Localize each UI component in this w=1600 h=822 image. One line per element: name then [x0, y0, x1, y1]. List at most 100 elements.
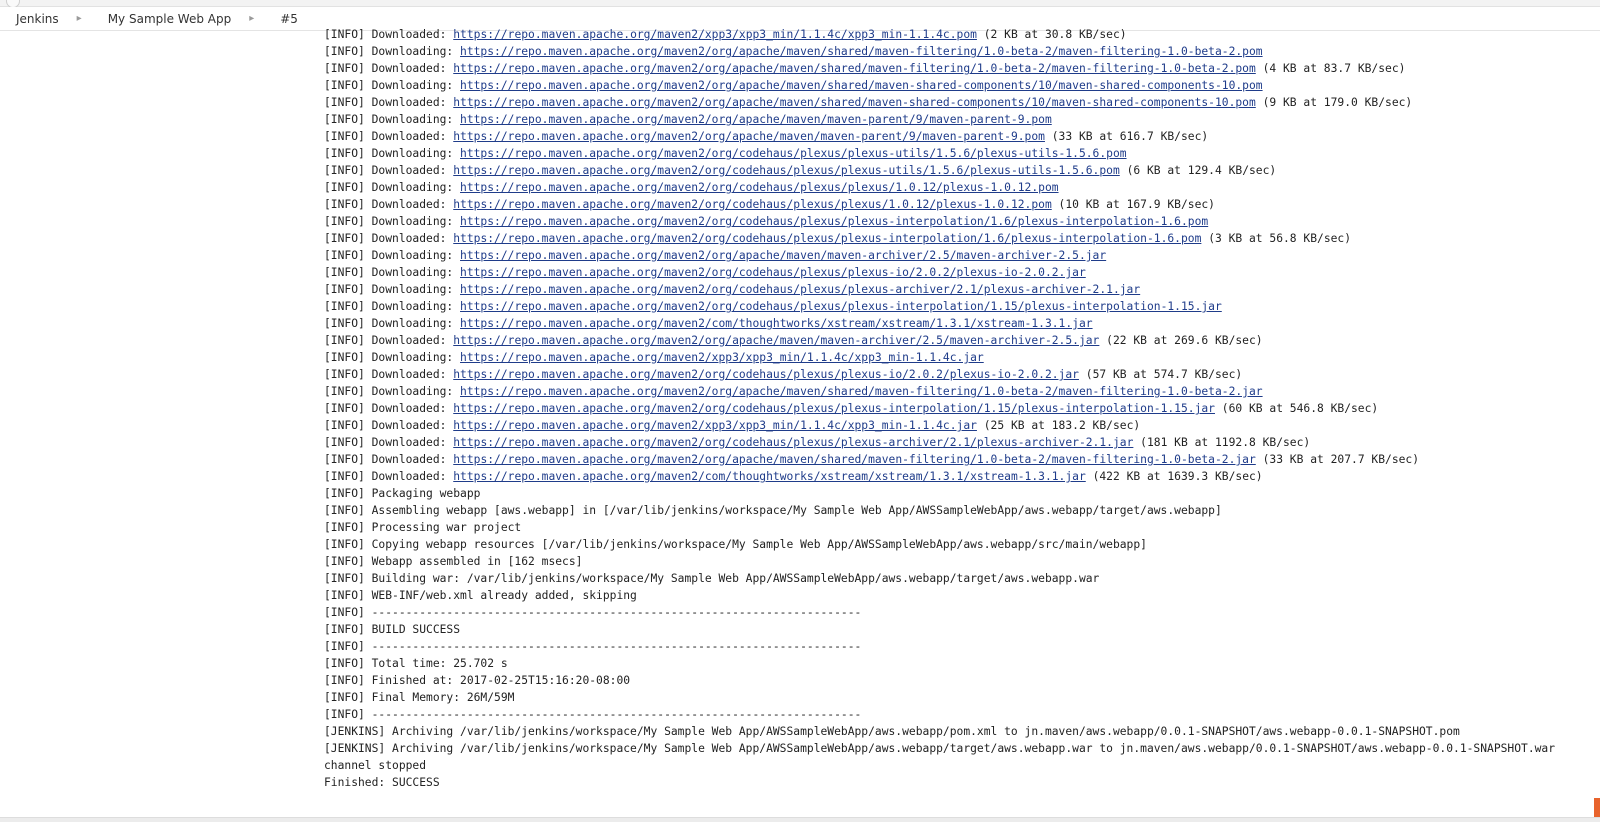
console-line-text: [INFO] Copying webapp resources [/var/li…	[324, 538, 1147, 551]
artifact-link[interactable]: https://repo.maven.apache.org/maven2/org…	[460, 147, 1127, 160]
console-line-text: [INFO] Finished at: 2017-02-25T15:16:20-…	[324, 674, 631, 687]
console-line-text: [INFO] Downloaded:	[324, 198, 454, 211]
console-line: [INFO] Downloaded: https://repo.maven.ap…	[324, 196, 1592, 213]
console-line-text: [INFO] Downloading:	[324, 351, 461, 364]
console-line: [INFO] Downloading: https://repo.maven.a…	[324, 383, 1592, 400]
console-line-text: [INFO] Downloading:	[324, 317, 461, 330]
console-line: [INFO] Finished at: 2017-02-25T15:16:20-…	[324, 672, 1592, 689]
console-line-text: [INFO] Downloading:	[324, 79, 461, 92]
console-line: [INFO] Downloaded: https://repo.maven.ap…	[324, 60, 1592, 77]
console-line-text: [INFO] Downloading:	[324, 385, 461, 398]
console-line: [INFO] Downloading: https://repo.maven.a…	[324, 213, 1592, 230]
artifact-link[interactable]: https://repo.maven.apache.org/maven2/org…	[453, 96, 1256, 109]
console-line-text: [INFO] Downloading:	[324, 300, 461, 313]
console-line: [INFO] Downloading: https://repo.maven.a…	[324, 77, 1592, 94]
console-line: [INFO] Assembling webapp [aws.webapp] in…	[324, 502, 1592, 519]
artifact-link[interactable]: https://repo.maven.apache.org/maven2/org…	[460, 215, 1208, 228]
console-line-text: [INFO] WEB-INF/web.xml already added, sk…	[324, 589, 637, 602]
window-top-strip	[0, 0, 1600, 8]
artifact-link[interactable]: https://repo.maven.apache.org/maven2/org…	[453, 436, 1133, 449]
console-line-text: [INFO] Downloading:	[324, 113, 461, 126]
artifact-link[interactable]: https://repo.maven.apache.org/maven2/com…	[460, 317, 1093, 330]
console-line-text: channel stopped	[324, 759, 427, 772]
page-footer	[0, 817, 1600, 822]
console-line-text: [INFO] Downloaded:	[324, 419, 454, 432]
console-line: [INFO] Final Memory: 26M/59M	[324, 689, 1592, 706]
console-line: [INFO] Copying webapp resources [/var/li…	[324, 536, 1592, 553]
breadcrumb-item-build[interactable]: #5	[264, 12, 302, 26]
artifact-link[interactable]: https://repo.maven.apache.org/maven2/org…	[460, 181, 1059, 194]
console-line-text: [INFO] Downloading:	[324, 283, 461, 296]
artifact-link[interactable]: https://repo.maven.apache.org/maven2/xpp…	[453, 28, 977, 41]
console-line: [INFO] Downloaded: https://repo.maven.ap…	[324, 26, 1592, 43]
artifact-link[interactable]: https://repo.maven.apache.org/maven2/org…	[453, 198, 1052, 211]
console-line-text: [INFO] Downloading:	[324, 147, 461, 160]
download-stats: (181 KB at 1192.8 KB/sec)	[1133, 436, 1311, 449]
console-line: [INFO] Webapp assembled in [162 msecs]	[324, 553, 1592, 570]
download-stats: (25 KB at 183.2 KB/sec)	[976, 419, 1141, 432]
artifact-link[interactable]: https://repo.maven.apache.org/maven2/org…	[460, 113, 1052, 126]
artifact-link[interactable]: https://repo.maven.apache.org/maven2/xpp…	[460, 351, 984, 364]
console-line: [INFO] Downloaded: https://repo.maven.ap…	[324, 468, 1592, 485]
console-line: [INFO] Downloaded: https://repo.maven.ap…	[324, 128, 1592, 145]
breadcrumb-item-jenkins[interactable]: Jenkins	[0, 12, 63, 26]
console-line: [INFO] WEB-INF/web.xml already added, sk…	[324, 587, 1592, 604]
artifact-link[interactable]: https://repo.maven.apache.org/maven2/org…	[453, 453, 1256, 466]
artifact-link[interactable]: https://repo.maven.apache.org/maven2/com…	[453, 470, 1086, 483]
artifact-link[interactable]: https://repo.maven.apache.org/maven2/org…	[453, 232, 1201, 245]
console-line-text: [INFO] Downloaded:	[324, 28, 454, 41]
console-line: [INFO] Downloaded: https://repo.maven.ap…	[324, 451, 1592, 468]
artifact-link[interactable]: https://repo.maven.apache.org/maven2/org…	[453, 62, 1256, 75]
console-line-text: [INFO] Downloaded:	[324, 436, 454, 449]
console-line-text: [INFO] Downloading:	[324, 215, 461, 228]
artifact-link[interactable]: https://repo.maven.apache.org/maven2/org…	[460, 266, 1086, 279]
console-line-text: [INFO] Downloaded:	[324, 470, 454, 483]
artifact-link[interactable]: https://repo.maven.apache.org/maven2/org…	[453, 334, 1099, 347]
download-stats: (4 KB at 83.7 KB/sec)	[1255, 62, 1406, 75]
download-stats: (10 KB at 167.9 KB/sec)	[1051, 198, 1215, 211]
console-line-text: [INFO] ---------------------------------…	[324, 708, 862, 721]
console-output: [INFO] Downloaded: https://repo.maven.ap…	[324, 26, 1592, 791]
artifact-link[interactable]: https://repo.maven.apache.org/maven2/org…	[460, 45, 1263, 58]
console-line-text: [INFO] ---------------------------------…	[324, 640, 862, 653]
console-line: channel stopped	[324, 757, 1592, 774]
console-line: [INFO] Downloading: https://repo.maven.a…	[324, 247, 1592, 264]
console-line-text: [INFO] Downloaded:	[324, 164, 454, 177]
console-line: [INFO] Downloading: https://repo.maven.a…	[324, 111, 1592, 128]
console-line-text: [INFO] Total time: 25.702 s	[324, 657, 508, 670]
console-line: [INFO] Building war: /var/lib/jenkins/wo…	[324, 570, 1592, 587]
artifact-link[interactable]: https://repo.maven.apache.org/maven2/org…	[460, 283, 1140, 296]
console-line: [INFO] Downloaded: https://repo.maven.ap…	[324, 434, 1592, 451]
artifact-link[interactable]: https://repo.maven.apache.org/maven2/xpp…	[453, 419, 977, 432]
console-line-text: [INFO] Downloaded:	[324, 368, 454, 381]
chevron-right-icon[interactable]: ▸	[235, 13, 264, 24]
chevron-right-icon[interactable]: ▸	[63, 13, 92, 24]
artifact-link[interactable]: https://repo.maven.apache.org/maven2/org…	[460, 300, 1222, 313]
console-line-text: [INFO] Downloaded:	[324, 453, 454, 466]
console-line: [INFO] Downloaded: https://repo.maven.ap…	[324, 400, 1592, 417]
download-stats: (9 KB at 179.0 KB/sec)	[1255, 96, 1413, 109]
download-stats: (422 KB at 1639.3 KB/sec)	[1085, 470, 1263, 483]
artifact-link[interactable]: https://repo.maven.apache.org/maven2/org…	[460, 79, 1263, 92]
console-line: [JENKINS] Archiving /var/lib/jenkins/wor…	[324, 723, 1592, 740]
console-line-text: [INFO] Downloaded:	[324, 130, 454, 143]
console-line-text: [INFO] Assembling webapp [aws.webapp] in…	[324, 504, 1222, 517]
console-line: [INFO] BUILD SUCCESS	[324, 621, 1592, 638]
console-line: [INFO] Downloaded: https://repo.maven.ap…	[324, 230, 1592, 247]
console-line-text: [INFO] Downloaded:	[324, 402, 454, 415]
artifact-link[interactable]: https://repo.maven.apache.org/maven2/org…	[453, 164, 1120, 177]
artifact-link[interactable]: https://repo.maven.apache.org/maven2/org…	[453, 130, 1045, 143]
artifact-link[interactable]: https://repo.maven.apache.org/maven2/org…	[460, 249, 1106, 262]
console-line: [INFO] Downloading: https://repo.maven.a…	[324, 264, 1592, 281]
breadcrumb-item-job[interactable]: My Sample Web App	[92, 12, 236, 26]
console-line: [INFO] Downloading: https://repo.maven.a…	[324, 349, 1592, 366]
console-line-text: [INFO] Downloading:	[324, 181, 461, 194]
artifact-link[interactable]: https://repo.maven.apache.org/maven2/org…	[453, 402, 1215, 415]
console-line: [INFO] Downloaded: https://repo.maven.ap…	[324, 162, 1592, 179]
download-stats: (33 KB at 207.7 KB/sec)	[1255, 453, 1420, 466]
artifact-link[interactable]: https://repo.maven.apache.org/maven2/org…	[453, 368, 1079, 381]
download-stats: (33 KB at 616.7 KB/sec)	[1044, 130, 1209, 143]
console-line-text: [INFO] Processing war project	[324, 521, 522, 534]
console-line: [INFO] Downloaded: https://repo.maven.ap…	[324, 332, 1592, 349]
artifact-link[interactable]: https://repo.maven.apache.org/maven2/org…	[460, 385, 1263, 398]
